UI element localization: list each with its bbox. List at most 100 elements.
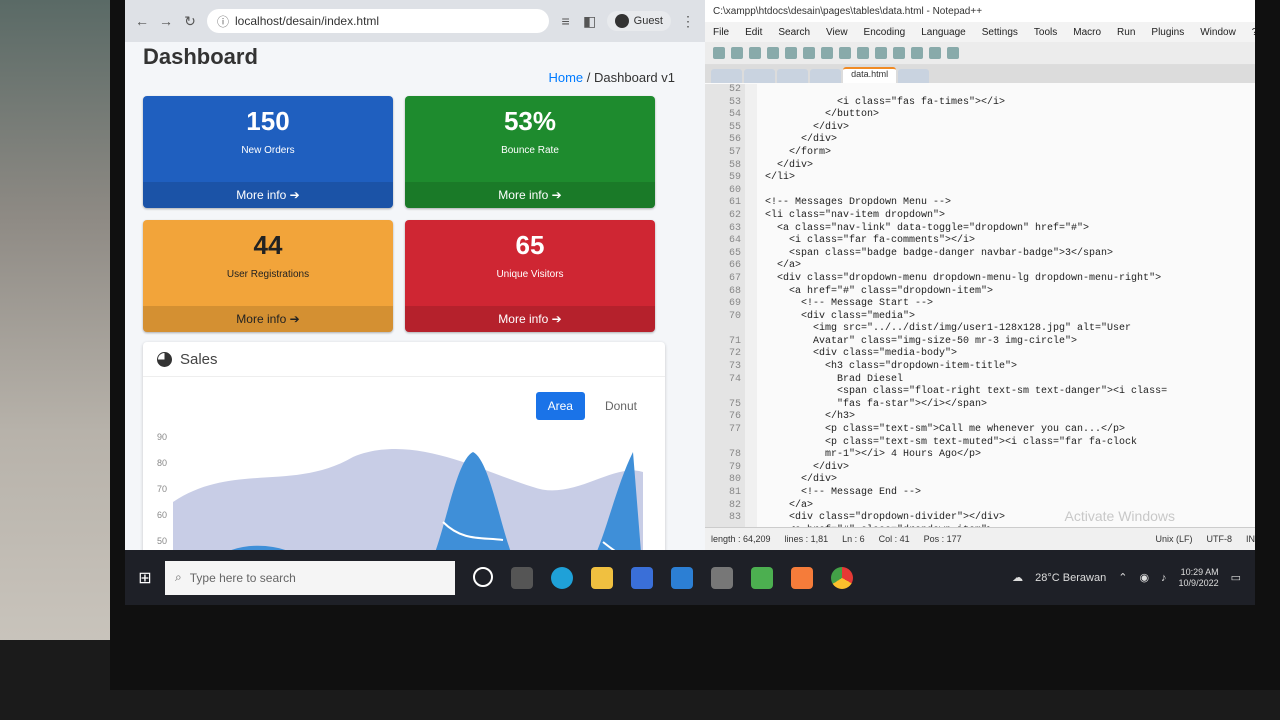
cut-icon[interactable] (821, 47, 833, 59)
code-line[interactable] (765, 84, 1255, 97)
cortana-icon[interactable] (473, 566, 493, 587)
xampp-icon[interactable] (791, 566, 813, 589)
find-icon[interactable] (911, 47, 923, 59)
forward-icon[interactable]: → (159, 13, 173, 29)
code-line[interactable]: </div> (765, 122, 1255, 135)
code-line[interactable]: </a> (765, 260, 1255, 273)
code-line[interactable]: <img src="../../dist/img/user1-128x128.j… (765, 323, 1255, 336)
redo-icon[interactable] (893, 47, 905, 59)
mail-icon[interactable] (671, 566, 693, 589)
code-line[interactable]: </div> (765, 134, 1255, 147)
code-line[interactable]: Avatar" class="img-size-50 mr-3 img-circ… (765, 336, 1255, 349)
more-info-link[interactable]: More info ➔ (405, 306, 655, 332)
code-line[interactable]: <p class="text-sm text-muted"><i class="… (765, 437, 1255, 450)
code-line[interactable]: <div class="media-body"> (765, 348, 1255, 361)
file-explorer-icon[interactable] (591, 566, 613, 589)
menu-icon[interactable]: ⋮ (681, 13, 695, 30)
notification-icon[interactable]: ▭ (1231, 571, 1241, 584)
reload-icon[interactable]: ↻ (183, 13, 197, 30)
weather-text[interactable]: 28°C Berawan (1035, 572, 1106, 584)
notepad-plus-plus-icon[interactable] (751, 566, 773, 589)
paste-icon[interactable] (857, 47, 869, 59)
file-tab[interactable] (898, 69, 930, 83)
file-tab[interactable] (777, 69, 809, 83)
code-line[interactable]: <h3 class="dropdown-item-title"> (765, 361, 1255, 374)
more-info-link[interactable]: More info ➔ (143, 182, 393, 208)
code-line[interactable]: Brad Diesel (765, 374, 1255, 387)
store-icon[interactable] (631, 566, 653, 589)
menu-plugins[interactable]: Plugins (1151, 27, 1184, 38)
code-line[interactable]: </div> (765, 160, 1255, 173)
code-line[interactable]: </form> (765, 147, 1255, 160)
menu-run[interactable]: Run (1117, 27, 1135, 38)
clock[interactable]: 10:29 AM 10/9/2022 (1179, 567, 1219, 589)
code-line[interactable]: <span class="badge badge-danger navbar-b… (765, 248, 1255, 261)
menu-encoding[interactable]: Encoding (864, 27, 906, 38)
file-tab[interactable] (810, 69, 842, 83)
menu-edit[interactable]: Edit (745, 27, 762, 38)
calculator-icon[interactable] (711, 566, 733, 589)
zoom-in-icon[interactable] (929, 47, 941, 59)
code-line[interactable]: </div> (765, 462, 1255, 475)
code-line[interactable]: </h3> (765, 411, 1255, 424)
zoom-out-icon[interactable] (947, 47, 959, 59)
back-icon[interactable]: ← (135, 13, 149, 29)
taskbar-search[interactable]: ⌕ Type here to search (165, 560, 455, 595)
tab-donut[interactable]: Donut (593, 392, 649, 420)
menu-search[interactable]: Search (778, 27, 810, 38)
code-line[interactable]: "fas fa-star"></i></span> (765, 399, 1255, 412)
chevron-up-icon[interactable]: ⌃ (1118, 571, 1127, 584)
menu-window[interactable]: Window (1200, 27, 1236, 38)
code-line[interactable]: <i class="fas fa-times"></i> (765, 97, 1255, 110)
address-bar[interactable]: ⓘ localhost/desain/index.html (207, 9, 549, 33)
code-line[interactable]: <i class="far fa-comments"></i> (765, 235, 1255, 248)
code-line[interactable]: <p class="text-sm">Call me whenever you … (765, 424, 1255, 437)
code-line[interactable]: </a> (765, 500, 1255, 513)
windows-start-icon[interactable]: ⊞ (125, 568, 165, 588)
save-icon[interactable] (749, 47, 761, 59)
code-line[interactable]: <span class="float-right text-sm text-da… (765, 386, 1255, 399)
profile-button[interactable]: Guest (606, 11, 671, 31)
code-line[interactable]: </div> (765, 474, 1255, 487)
menu-tools[interactable]: Tools (1034, 27, 1057, 38)
volume-icon[interactable]: ♪ (1161, 572, 1167, 584)
network-icon[interactable]: ◉ (1139, 571, 1149, 584)
save-all-icon[interactable] (767, 47, 779, 59)
code-line[interactable]: <!-- Message End --> (765, 487, 1255, 500)
edge-icon[interactable] (551, 566, 573, 589)
code-line[interactable]: <div class="media"> (765, 311, 1255, 324)
menu-view[interactable]: View (826, 27, 848, 38)
menu-help[interactable]: ? (1252, 27, 1255, 38)
menu-macro[interactable]: Macro (1073, 27, 1101, 38)
code-line[interactable]: mr-1"></i> 4 Hours Ago</p> (765, 449, 1255, 462)
print-icon[interactable] (803, 47, 815, 59)
task-view-icon[interactable] (511, 566, 533, 589)
code-line[interactable]: <a href="#" class="dropdown-item"> (765, 286, 1255, 299)
code-line[interactable]: </li> (765, 172, 1255, 185)
new-file-icon[interactable] (713, 47, 725, 59)
file-tab[interactable] (711, 69, 743, 83)
sidebar-icon[interactable]: ◧ (583, 13, 597, 30)
copy-icon[interactable] (839, 47, 851, 59)
code-line[interactable]: <div class="dropdown-divider"></div> (765, 512, 1255, 525)
playlist-icon[interactable]: ≡ (559, 13, 573, 29)
chrome-icon[interactable] (831, 566, 853, 589)
code-line[interactable]: <!-- Message Start --> (765, 298, 1255, 311)
code-area[interactable]: <i class="fas fa-times"></i> </button> <… (757, 84, 1255, 528)
code-line[interactable] (765, 185, 1255, 198)
more-info-link[interactable]: More info ➔ (143, 306, 393, 332)
code-line[interactable]: <li class="nav-item dropdown"> (765, 210, 1255, 223)
code-line[interactable]: <div class="dropdown-menu dropdown-menu-… (765, 273, 1255, 286)
undo-icon[interactable] (875, 47, 887, 59)
code-editor[interactable]: 52 53 54 55 56 57 58 59 60 61 62 63 64 65 66 67 68 69 70 7… (705, 84, 1255, 528)
menu-settings[interactable]: Settings (982, 27, 1018, 38)
code-line[interactable]: <a class="nav-link" data-toggle="dropdow… (765, 223, 1255, 236)
file-tab-active[interactable]: data.html (843, 67, 897, 83)
menu-file[interactable]: File (713, 27, 729, 38)
menu-language[interactable]: Language (921, 27, 966, 38)
close-icon[interactable] (785, 47, 797, 59)
file-tab[interactable] (744, 69, 776, 83)
code-line[interactable]: </button> (765, 109, 1255, 122)
open-file-icon[interactable] (731, 47, 743, 59)
tab-area[interactable]: Area (535, 392, 585, 420)
